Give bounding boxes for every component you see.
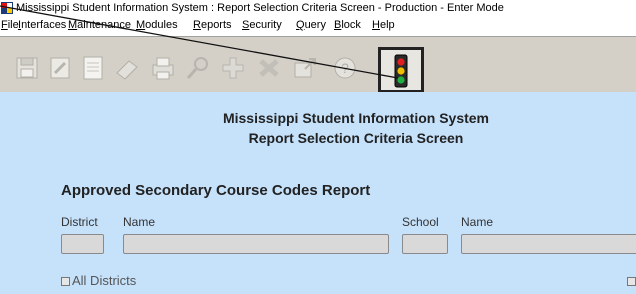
search-icon [184,55,212,81]
document-icon [80,55,106,81]
menu-block[interactable]: Block [334,16,361,34]
menu-modules[interactable]: Modules [136,16,178,34]
district-field[interactable] [61,234,104,254]
help-icon: ? [332,55,358,81]
menu-query[interactable]: Query [296,16,326,34]
print-icon [149,55,177,81]
right-checkbox[interactable] [627,277,636,286]
eraser-icon [113,55,141,81]
print-button[interactable] [148,51,178,85]
delete-button[interactable] [254,51,284,85]
school-name-label: Name [461,215,494,229]
menu-file[interactable]: File [1,16,19,34]
school-name-field[interactable] [461,234,636,254]
edit-button[interactable] [45,51,75,85]
export-icon [291,55,319,81]
screen-heading: Report Selection Criteria Screen [248,130,464,146]
district-label: District [61,215,98,229]
system-heading: Mississippi Student Information System [222,110,490,126]
exit-button[interactable] [378,47,424,93]
school-field[interactable] [402,234,448,254]
save-button[interactable] [12,51,42,85]
report-title: Approved Secondary Course Codes Report [61,182,371,199]
traffic-light-icon [389,54,413,93]
document-button[interactable] [78,51,108,85]
svg-text:?: ? [341,60,349,76]
school-label: School [402,215,439,229]
report-selection-form: Mississippi Student Information System R… [0,92,636,294]
all-districts-label: All Districts [72,273,137,288]
window-title: Mississippi Student Information System :… [16,2,504,14]
app-flag-icon [1,2,13,14]
save-icon [14,55,40,81]
menu-bar: File Interfaces Maintenance Modules Repo… [0,16,636,34]
export-button[interactable] [290,51,320,85]
all-districts-checkbox[interactable] [61,277,70,286]
toolbar: ? [0,36,636,93]
search-button[interactable] [183,51,213,85]
menu-reports[interactable]: Reports [193,16,232,34]
add-button[interactable] [218,51,248,85]
district-name-label: Name [123,215,156,229]
title-bar: Mississippi Student Information System :… [0,0,636,16]
menu-interfaces[interactable]: Interfaces [18,16,66,34]
eraser-button[interactable] [112,51,142,85]
edit-icon [47,55,73,81]
district-name-field[interactable] [123,234,389,254]
menu-maintenance[interactable]: Maintenance [68,16,131,34]
help-button[interactable]: ? [330,51,360,85]
delete-icon [255,55,283,81]
menu-help[interactable]: Help [372,16,395,34]
menu-security[interactable]: Security [242,16,282,34]
add-icon [219,55,247,81]
